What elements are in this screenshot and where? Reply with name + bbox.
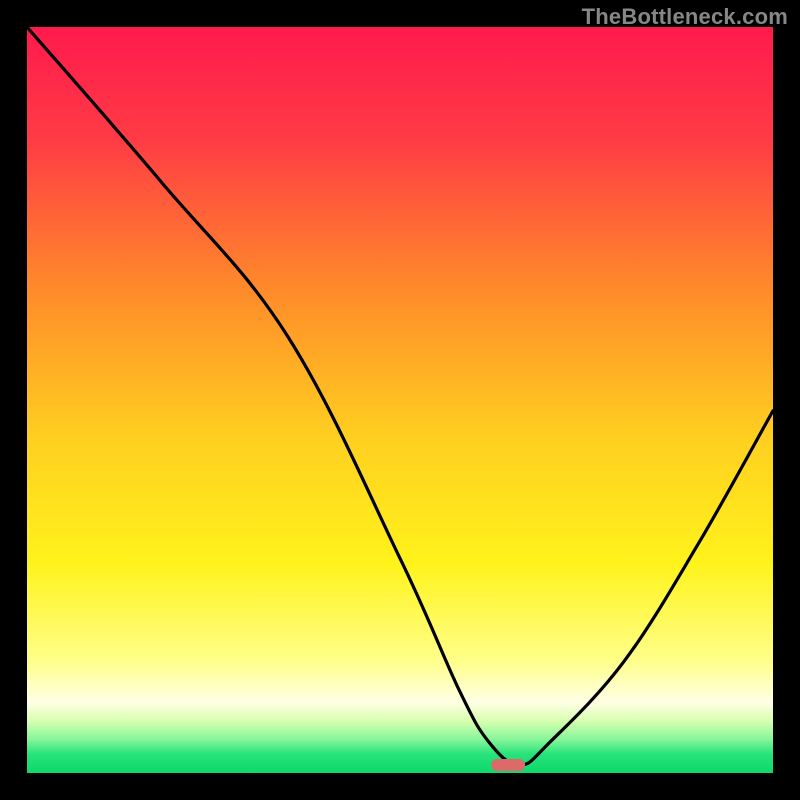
bottleneck-chart: [27, 27, 773, 773]
optimal-marker: [491, 759, 525, 771]
outer-frame: TheBottleneck.com: [0, 0, 800, 800]
plot-background: [27, 27, 773, 773]
